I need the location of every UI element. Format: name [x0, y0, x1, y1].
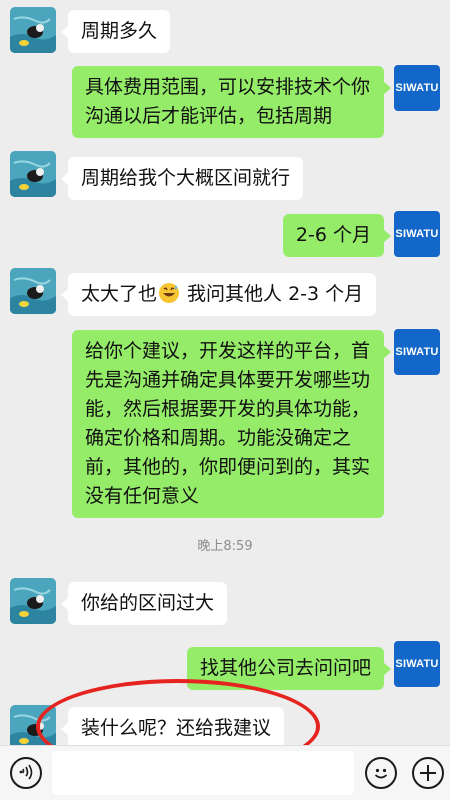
message-input[interactable] [52, 751, 354, 795]
message-bubble[interactable]: 周期给我个大概区间就行 [60, 157, 304, 200]
voice-icon[interactable] [10, 757, 42, 789]
my-avatar[interactable]: SIWATU [394, 641, 440, 687]
message-bubble[interactable]: 2-6 个月 [282, 214, 392, 257]
my-avatar[interactable]: SIWATU [394, 211, 440, 257]
message-bubble[interactable]: 装什么呢？还给我建议 [60, 707, 285, 745]
my-avatar[interactable]: SIWATU [394, 329, 440, 375]
message-bubble[interactable]: 周期多久 [60, 10, 171, 53]
message-bubble[interactable]: 太大了也 我问其他人 2-3 个月 [60, 273, 377, 316]
contact-avatar[interactable] [10, 268, 56, 314]
message-bubble[interactable]: 找其他公司去问问吧 [186, 647, 392, 690]
contact-avatar[interactable] [10, 151, 56, 197]
message-text: 太大了也 [81, 283, 158, 305]
my-avatar[interactable]: SIWATU [394, 65, 440, 111]
message-bubble[interactable]: 你给的区间过大 [60, 582, 228, 625]
input-bar [0, 745, 450, 800]
chat-area[interactable]: 周期多久 SIWATU 具体费用范围，可以安排技术个你 沟通以后才能评估，包括周… [0, 0, 450, 745]
message-text: 我问其他人 2-3 个月 [181, 283, 364, 305]
grinning-sweat-emoji-icon [159, 283, 180, 303]
plus-icon[interactable] [412, 757, 444, 789]
emoji-icon[interactable] [365, 757, 397, 789]
contact-avatar[interactable] [10, 7, 56, 53]
contact-avatar[interactable] [10, 578, 56, 624]
message-bubble[interactable]: 具体费用范围，可以安排技术个你 沟通以后才能评估，包括周期 [72, 66, 391, 138]
message-bubble[interactable]: 给你个建议，开发这样的平台，首 先是沟通并确定具体要开发哪些功 能，然后根据要开… [72, 330, 391, 518]
message-timestamp: 晚上8:59 [197, 539, 253, 554]
contact-avatar[interactable] [10, 705, 56, 745]
